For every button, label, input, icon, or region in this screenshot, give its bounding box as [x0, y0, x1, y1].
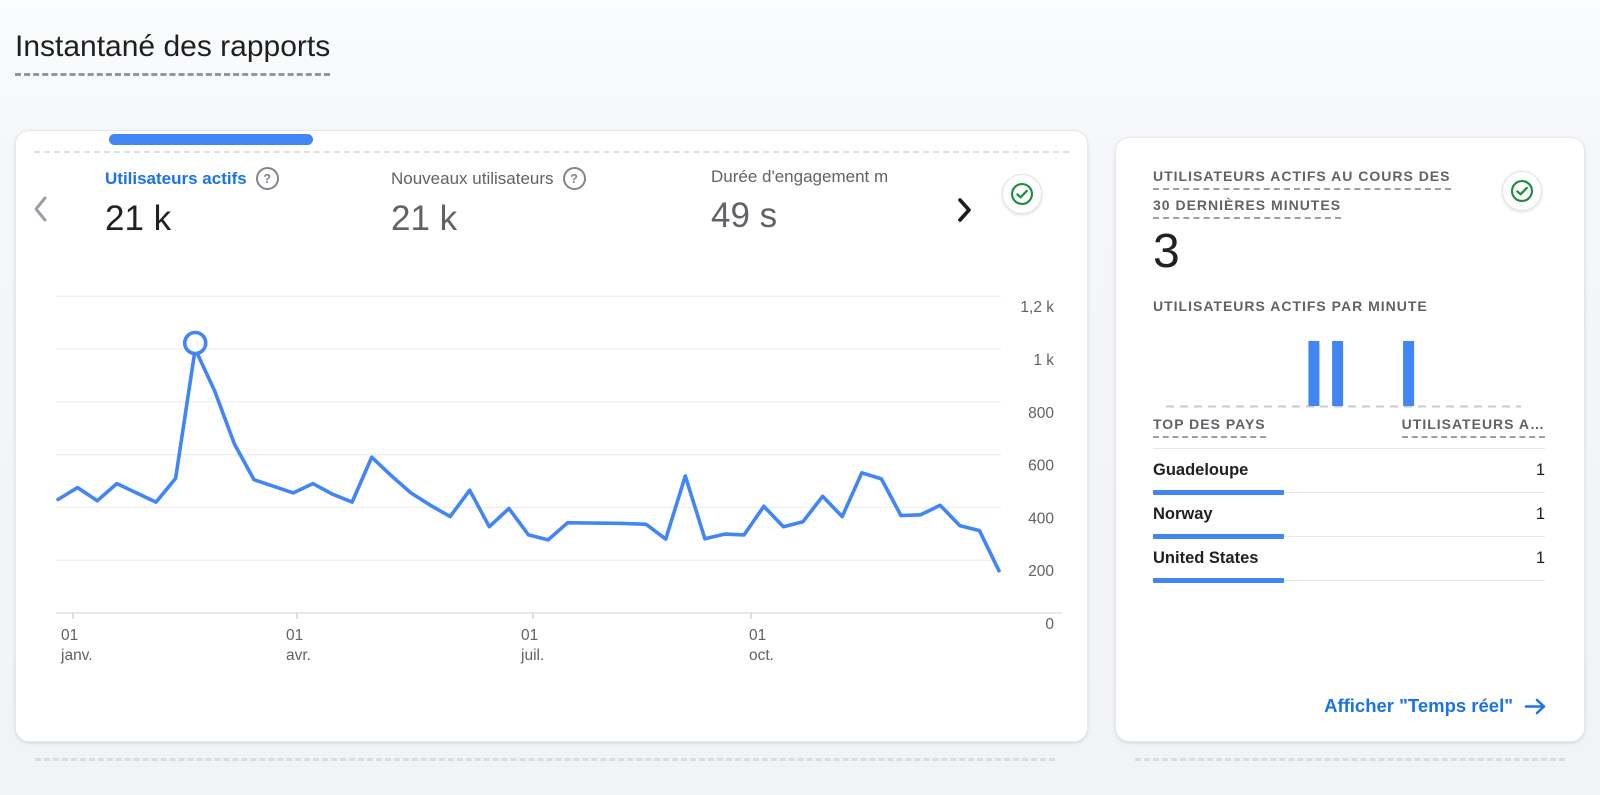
table-row: Norway 1 — [1153, 493, 1545, 537]
svg-text:0: 0 — [1045, 616, 1054, 633]
country-name: United States — [1153, 549, 1258, 568]
data-quality-button[interactable] — [1502, 171, 1542, 211]
dashed-divider — [1135, 758, 1565, 761]
country-users: 1 — [1536, 505, 1545, 524]
dashed-divider — [35, 758, 1055, 761]
realtime-title-line2: 30 DERNIÈRES MINUTES — [1153, 197, 1341, 219]
table-row: Guadeloupe 1 — [1153, 449, 1545, 493]
arrow-right-icon — [1524, 697, 1547, 716]
svg-text:janv.: janv. — [60, 647, 93, 664]
svg-text:200: 200 — [1028, 563, 1054, 580]
table-row: United States 1 — [1153, 537, 1545, 581]
svg-text:1,2 k: 1,2 k — [1020, 299, 1054, 316]
check-circle-icon — [1509, 178, 1535, 204]
svg-text:oct.: oct. — [749, 647, 774, 664]
svg-text:avr.: avr. — [286, 647, 311, 664]
country-name: Guadeloupe — [1153, 461, 1248, 480]
column-header-users: UTILISATEURS A… — [1402, 416, 1545, 438]
svg-text:01: 01 — [286, 627, 303, 644]
users-per-minute-bar-chart — [1116, 333, 1584, 418]
svg-text:01: 01 — [521, 627, 538, 644]
per-minute-label: UTILISATEURS ACTIFS PAR MINUTE — [1153, 298, 1428, 316]
active-users-line-chart: 1,2 k 1 k 800 600 400 200 0 01 janv. 01 avr. 01 juil… — [16, 131, 1087, 741]
svg-text:400: 400 — [1028, 510, 1054, 527]
svg-text:1 k: 1 k — [1033, 352, 1054, 369]
top-countries-table: TOP DES PAYS UTILISATEURS A… Guadeloupe … — [1153, 416, 1545, 581]
reports-snapshot-card: Utilisateurs actifs ? 21 k Nouveaux util… — [15, 130, 1088, 742]
realtime-title-line1: UTILISATEURS ACTIFS AU COURS DES — [1153, 168, 1451, 190]
country-bar — [1153, 578, 1284, 583]
svg-text:01: 01 — [749, 627, 766, 644]
svg-text:600: 600 — [1028, 458, 1054, 475]
column-header-country: TOP DES PAYS — [1153, 416, 1266, 438]
realtime-link[interactable]: Afficher "Temps réel" — [1324, 695, 1547, 717]
svg-text:juil.: juil. — [520, 647, 544, 664]
active-users-30min-count: 3 — [1153, 228, 1180, 276]
page-title: Instantané des rapports — [15, 30, 330, 76]
country-users: 1 — [1536, 461, 1545, 480]
realtime-card: UTILISATEURS ACTIFS AU COURS DES 30 DERN… — [1115, 137, 1585, 742]
country-users: 1 — [1536, 549, 1545, 568]
svg-text:800: 800 — [1028, 405, 1054, 422]
country-name: Norway — [1153, 505, 1213, 524]
svg-text:01: 01 — [61, 627, 78, 644]
realtime-title: UTILISATEURS ACTIFS AU COURS DES 30 DERN… — [1153, 168, 1451, 219]
